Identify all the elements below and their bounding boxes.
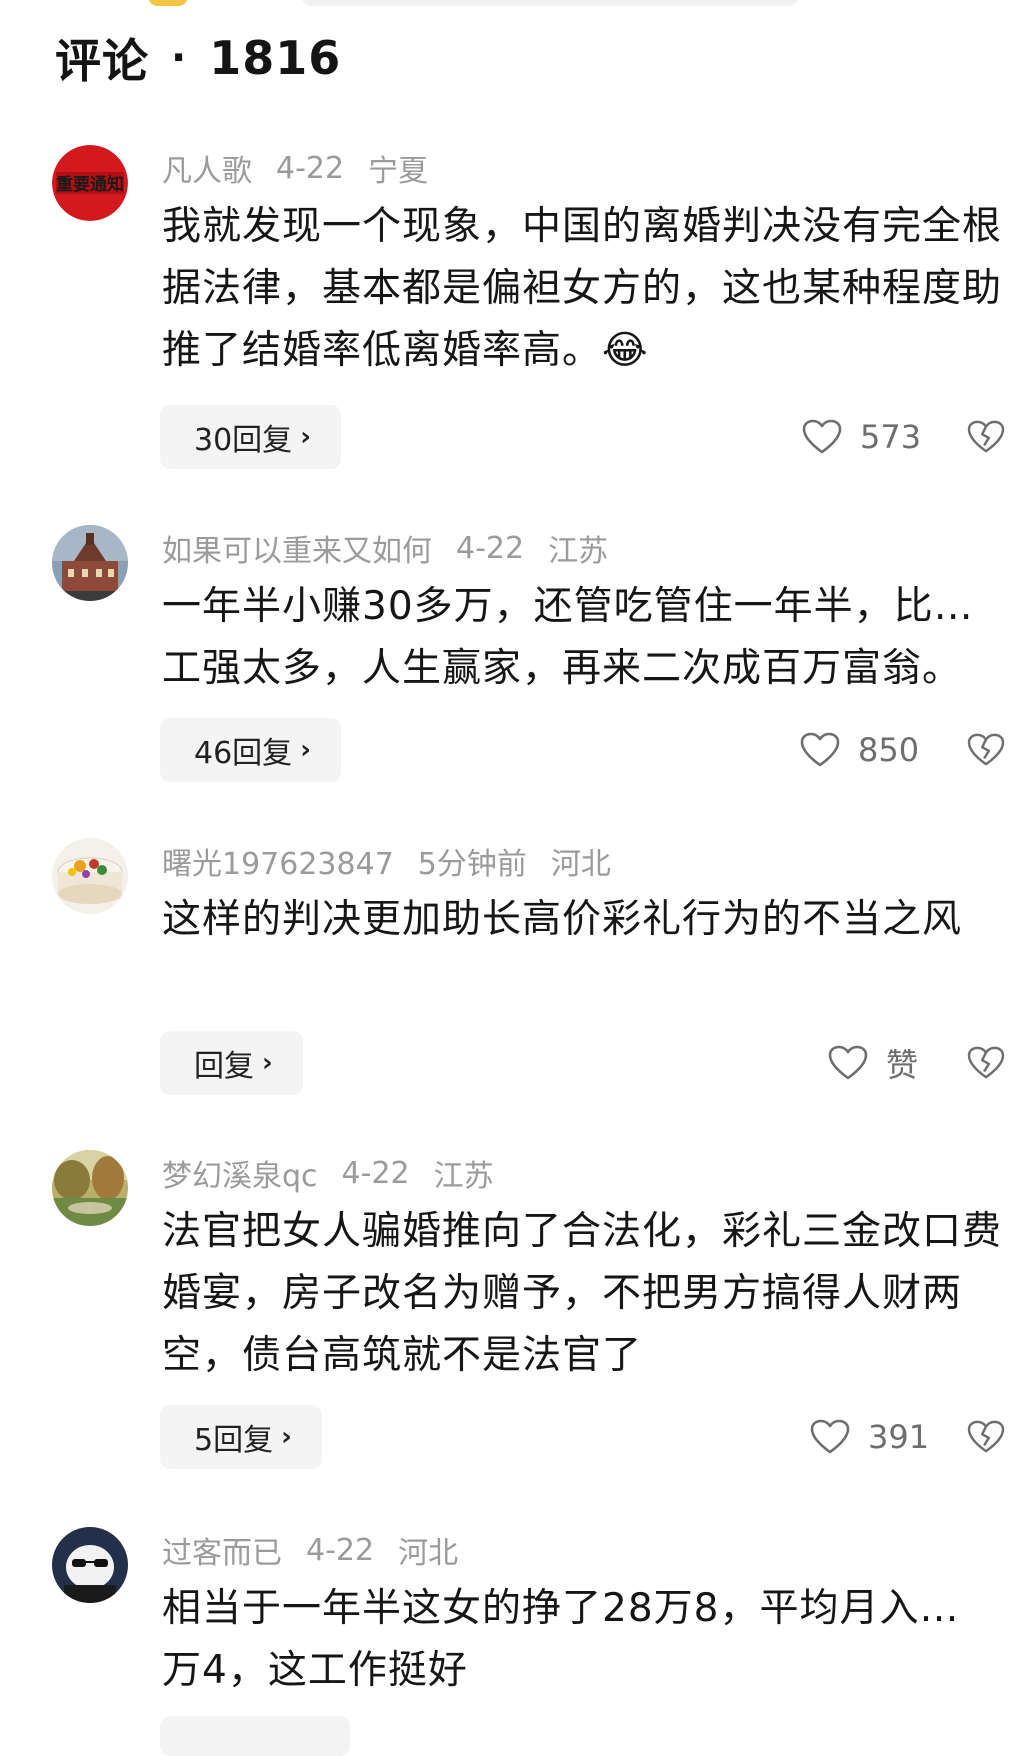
username[interactable]: 凡人歌 [162,146,252,190]
landscape-avatar-icon [52,1150,128,1226]
like-button[interactable]: 850 [800,718,919,782]
comments-title: 评论 [55,34,149,88]
avatar[interactable] [52,1527,128,1603]
comment-text: 相当于一年半这女的挣了28万8，平均月入… 万4，这工作挺好 [162,1578,1018,1702]
dislike-button[interactable] [966,1031,1006,1095]
comment-meta: 曙光197623847 5分钟前 河北 [162,839,635,883]
comment-location: 宁夏 [368,154,429,189]
reply-label: 30回复 [194,423,293,458]
building-avatar-icon [52,525,128,601]
like-count: 573 [860,418,922,456]
broken-heart-icon [967,733,1005,766]
like-count: 850 [858,731,920,769]
comment-location: 河北 [550,847,611,882]
comment-location: 河北 [398,1536,459,1571]
comments-count: 1816 [209,31,342,85]
like-button[interactable]: 573 [802,405,921,469]
like-button[interactable]: 赞 [828,1031,918,1095]
view-replies-button[interactable] [160,1716,350,1756]
comment-date: 4-22 [456,530,525,566]
comment-date: 4-22 [306,1532,375,1568]
view-replies-button[interactable]: 46回复 › [160,718,341,782]
dislike-button[interactable] [966,405,1006,469]
comment-text: 法官把女人骗婚推向了合法化，彩礼三金改口费婚宴，房子改名为赠予，不把男方搞得人财… [162,1209,1003,1378]
dislike-button[interactable] [966,718,1006,782]
broken-heart-icon [967,1046,1005,1079]
comment-meta: 凡人歌 4-22 宁夏 [162,146,452,190]
svg-text:重要通知: 重要通知 [56,174,124,195]
heart-outline-icon [800,732,840,767]
comments-header: 评论 · 1816 [55,28,341,88]
like-count: 赞 [886,1046,919,1084]
heart-outline-icon [828,1045,868,1080]
reply-label: 5回复 [194,1423,274,1458]
cake-avatar-icon [52,838,128,914]
comment-date: 4-22 [341,1155,410,1191]
comment-text: 这样的判决更加助长高价彩礼行为的不当之风 [162,897,963,942]
heart-outline-icon [810,1419,850,1454]
comment-meta: 如果可以重来又如何 4-22 江苏 [162,526,632,570]
username[interactable]: 过客而已 [162,1528,282,1572]
comment-location: 江苏 [433,1159,494,1194]
heart-outline-icon [802,419,842,454]
comment-text-line: 相当于一年半这女的挣了28万8，平均月入… [162,1586,960,1631]
avatar[interactable] [52,838,128,914]
comment-text-line: 一年半小赚30多万，还管吃管住一年半，比… [162,584,974,629]
avatar[interactable] [52,1150,128,1226]
chevron-right-icon: › [300,735,311,765]
reply-label: 46回复 [194,736,293,771]
avatar[interactable] [52,525,128,601]
avatar[interactable]: 重要通知 [52,145,128,221]
reply-label: 回复 [194,1049,254,1084]
like-button[interactable]: 391 [810,1405,929,1469]
view-replies-button[interactable]: 30回复 › [160,405,341,469]
comment-text: 我就发现一个现象，中国的离婚判决没有完全根据法律，基本都是偏袒女方的，这也某种程… [162,204,1003,373]
view-replies-button[interactable]: 5回复 › [160,1405,322,1469]
comment-date: 5分钟前 [417,847,527,882]
broken-heart-icon [967,1420,1005,1453]
red-notice-avatar-icon: 重要通知 [52,145,128,221]
chevron-right-icon: › [300,422,311,452]
broken-heart-icon [967,420,1005,453]
comment-text-line: 万4，这工作挺好 [162,1648,468,1693]
header-separator: · [171,35,188,81]
chevron-right-icon: › [262,1048,273,1078]
username[interactable]: 如果可以重来又如何 [162,526,432,570]
comment-text: 一年半小赚30多万，还管吃管住一年半，比… 工强太多，人生赢家，再来二次成百万富… [162,576,1018,700]
comment-meta: 过客而已 4-22 河北 [162,1528,482,1572]
dislike-button[interactable] [966,1405,1006,1469]
sunglasses-avatar-icon [52,1527,128,1603]
chevron-right-icon: › [281,1422,292,1452]
comment-meta: 梦幻溪泉qc 4-22 江苏 [162,1151,518,1195]
username[interactable]: 梦幻溪泉qc [162,1151,318,1195]
top-partial-input[interactable] [300,0,800,6]
top-partial-icon [148,0,188,6]
like-count: 391 [868,1418,930,1456]
comment-text-line: 工强太多，人生赢家，再来二次成百万富翁。 [162,646,963,691]
comment-location: 江苏 [548,534,609,569]
comment-date: 4-22 [276,150,345,186]
username[interactable]: 曙光197623847 [162,839,394,883]
view-replies-button[interactable]: 回复 › [160,1031,303,1095]
